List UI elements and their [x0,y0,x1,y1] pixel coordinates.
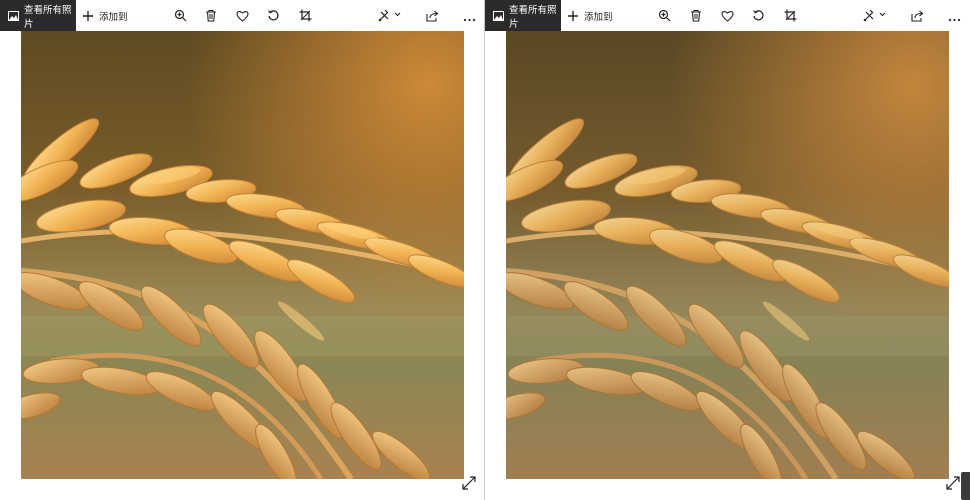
zoom-in-icon [174,7,187,26]
photo-icon [8,10,19,21]
crop-icon [784,7,797,26]
share-button[interactable] [908,7,926,25]
share-button[interactable] [423,7,441,25]
add-to-label: 添加到 [584,11,613,23]
more-icon [463,7,476,26]
plus-icon [82,10,94,22]
view-all-photos-label: 查看所有照片 [509,4,557,30]
crop-button[interactable] [296,7,314,25]
photo-canvas[interactable] [506,31,949,479]
add-to-button[interactable]: 添加到 [82,0,128,31]
more-icon [948,7,961,26]
more-button[interactable] [460,7,478,25]
toolbar: 查看所有照片 添加到 [485,0,970,31]
share-icon [425,7,439,26]
edit-enhance-icon [378,7,404,26]
view-all-photos-button[interactable]: 查看所有照片 [485,0,561,31]
rice-grain-photo [506,31,949,479]
crop-icon [299,7,312,26]
share-icon [910,7,924,26]
favorite-button[interactable] [718,7,736,25]
expand-icon [946,475,960,494]
scrollbar-thumb[interactable] [961,472,970,500]
delete-button[interactable] [687,7,705,25]
crop-button[interactable] [781,7,799,25]
favorite-button[interactable] [233,7,251,25]
zoom-button[interactable] [655,7,673,25]
add-to-label: 添加到 [99,11,128,23]
trash-icon [205,7,217,26]
rotate-button[interactable] [264,7,282,25]
plus-icon [567,10,579,22]
photo-icon [493,10,504,21]
trash-icon [690,7,702,26]
photo-viewer-pane-left: 查看所有照片 添加到 [0,0,485,500]
heart-icon [235,7,249,26]
edit-create-button[interactable] [863,7,889,25]
zoom-in-icon [658,7,671,26]
edit-enhance-icon [863,7,889,26]
edit-create-button[interactable] [378,7,404,25]
expand-button[interactable] [461,475,477,494]
rotate-icon [752,7,765,26]
rice-grain-photo [21,31,464,479]
photo-viewer-pane-right: 查看所有照片 添加到 [485,0,970,500]
more-button[interactable] [945,7,963,25]
view-all-photos-button[interactable]: 查看所有照片 [0,0,76,31]
heart-icon [720,7,734,26]
delete-button[interactable] [202,7,220,25]
rotate-icon [267,7,280,26]
photo-canvas[interactable] [21,31,464,479]
add-to-button[interactable]: 添加到 [567,0,613,31]
rotate-button[interactable] [749,7,767,25]
expand-icon [462,475,476,494]
view-all-photos-label: 查看所有照片 [24,4,72,30]
zoom-button[interactable] [171,7,189,25]
toolbar: 查看所有照片 添加到 [0,0,485,31]
expand-button[interactable] [945,475,961,494]
